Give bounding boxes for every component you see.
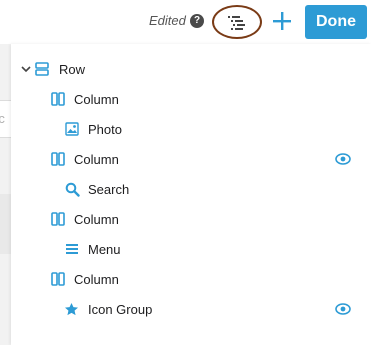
outline-item-column[interactable]: Column [11,268,371,292]
outline-item-label: Column [74,92,119,107]
outline-item-label: Row [59,62,86,77]
outline-item-column[interactable]: Column [11,208,371,232]
background-input-text: rc [0,111,5,126]
background-block [0,194,11,254]
outline-item-photo[interactable]: Photo [11,118,371,142]
column-icon [51,272,65,286]
row-icon [35,62,49,76]
outline-item-label: Column [74,272,119,287]
outline-item-label: Photo [88,122,122,137]
toolbar: Edited ? Done [0,0,371,44]
background-input: rc [0,100,11,138]
outline-item-label: Column [74,152,119,167]
outline-item-label: Column [74,212,119,227]
outline-item-menu[interactable]: Menu [11,238,371,262]
column-icon [51,92,65,106]
outline-icon [228,16,245,30]
outline-panel: Row Column Photo Column Search Column Me… [11,44,371,345]
eye-icon[interactable] [335,151,351,167]
menu-icon [66,244,78,254]
outline-item-icon-group[interactable]: Icon Group [11,298,371,322]
help-icon[interactable]: ? [190,14,204,28]
search-icon [65,182,80,197]
edited-status: Edited [149,13,186,28]
star-icon [65,302,78,316]
plus-icon [273,12,291,30]
outline-item-label: Icon Group [88,302,153,317]
outline-item-label: Search [88,182,130,197]
outline-item-row[interactable]: Row [11,58,371,82]
add-button[interactable] [270,9,294,33]
eye-icon[interactable] [335,301,351,317]
outline-item-column[interactable]: Column [11,88,371,112]
done-button[interactable]: Done [305,5,367,39]
outline-item-label: Menu [88,242,121,257]
photo-icon [65,122,79,136]
outline-item-search[interactable]: Search [11,178,371,202]
column-icon [51,212,65,226]
outline-item-column[interactable]: Column [11,148,371,172]
column-icon [51,152,65,166]
chevron-down-icon[interactable] [21,66,31,74]
outline-button[interactable] [212,5,262,39]
